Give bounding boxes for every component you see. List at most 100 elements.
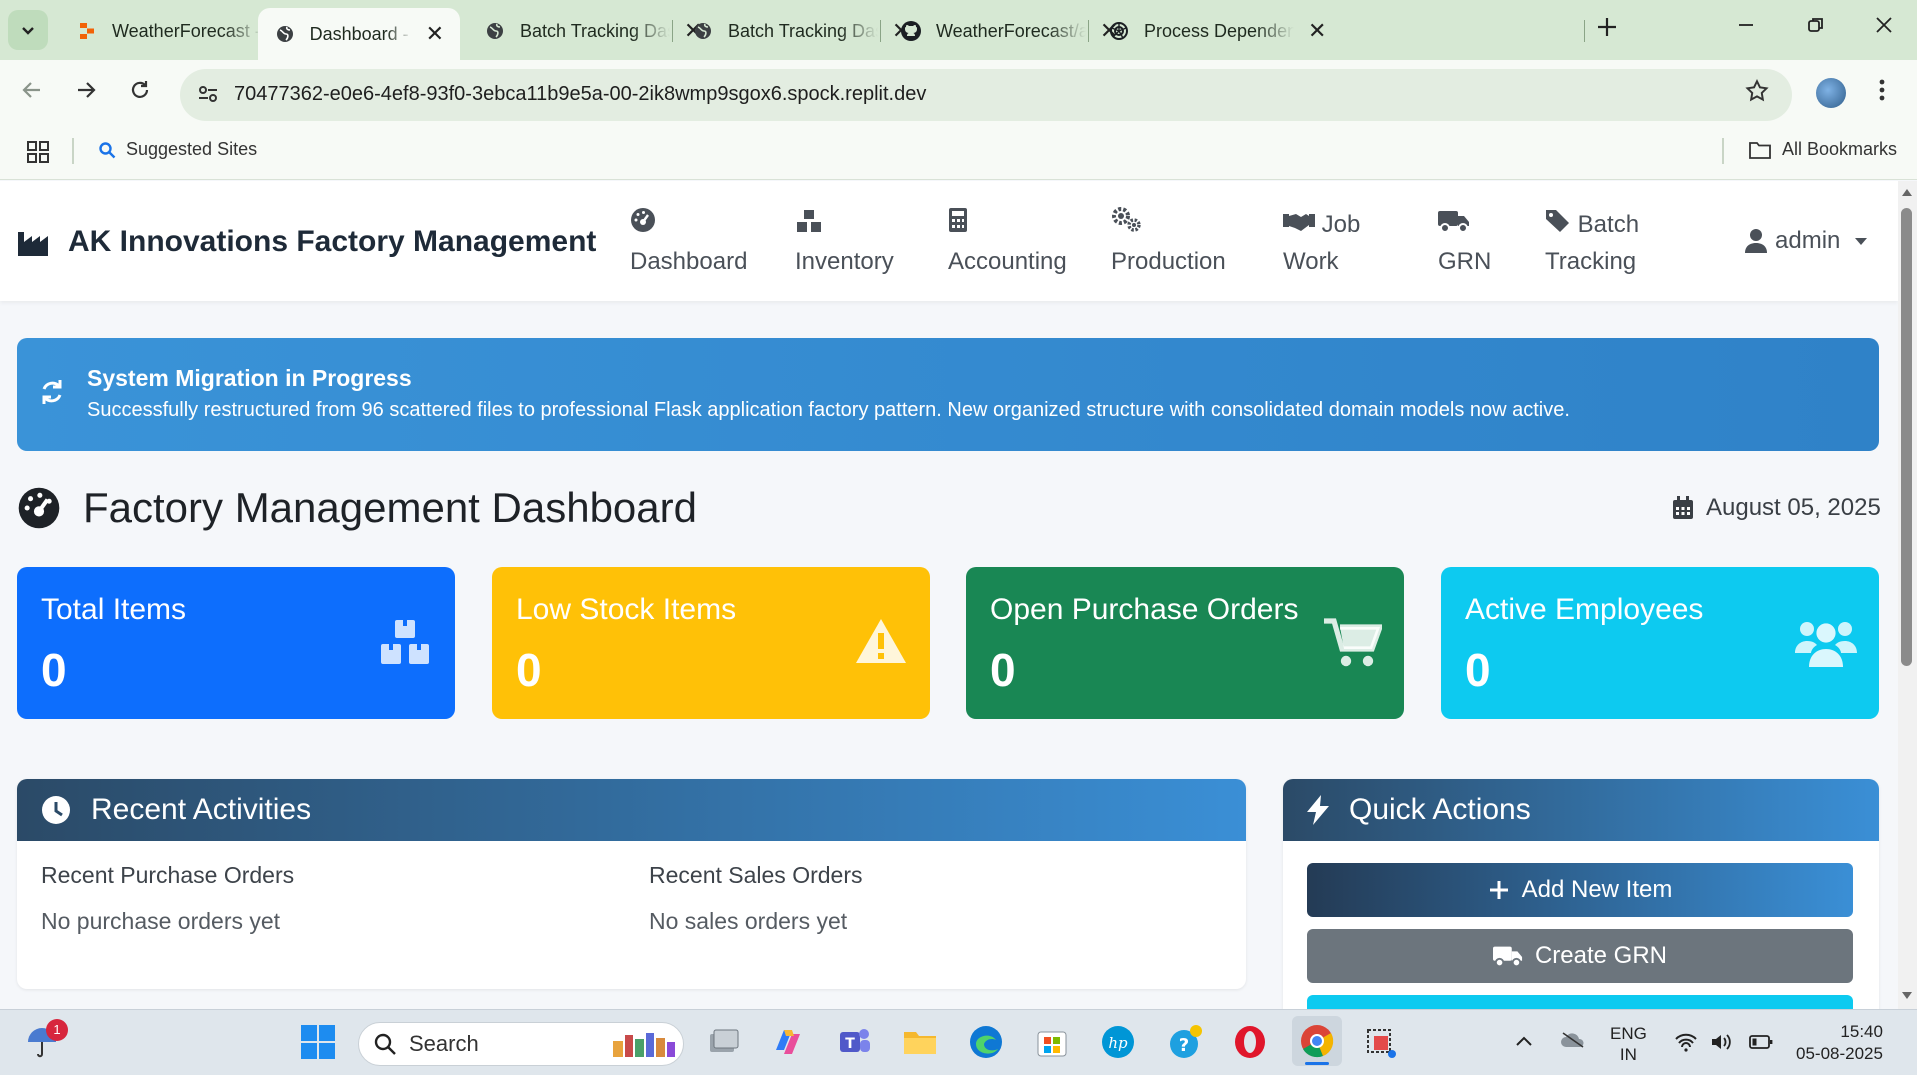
nav-dashboard[interactable]: Dashboard	[630, 207, 747, 280]
caret-down-icon	[1855, 238, 1868, 245]
tab-separator	[880, 20, 881, 42]
stat-value: 0	[990, 644, 1016, 696]
url-text[interactable]: 70477362-e0e6-4ef8-93f0-3ebca11b9e5a-00-…	[234, 83, 926, 106]
sales-orders-heading: Recent Sales Orders	[649, 862, 863, 888]
bookmarks-bar	[0, 130, 1917, 180]
system-clock[interactable]: 15:40 05-08-2025	[1796, 1021, 1883, 1065]
stat-card-open-purchase-orders[interactable]: Open Purchase Orders 0	[966, 567, 1404, 719]
teams-icon[interactable]: T	[836, 1024, 872, 1060]
card-title: Quick Actions	[1349, 793, 1531, 826]
nav-production[interactable]: Production	[1111, 207, 1226, 280]
wifi-icon[interactable]	[1674, 1032, 1698, 1057]
apps-grid-icon[interactable]	[26, 140, 50, 169]
scrollbar-thumb[interactable]	[1901, 208, 1912, 666]
bolt-icon	[1307, 795, 1329, 825]
close-icon[interactable]: ✕	[426, 21, 444, 47]
nav-accounting[interactable]: Accounting	[948, 207, 1067, 280]
truck-icon	[1492, 946, 1523, 968]
tab-label: WeatherForecast/a	[936, 20, 1086, 41]
nav-label: Dashboard	[630, 248, 748, 276]
chrome-icon[interactable]	[1292, 1016, 1342, 1066]
tab-label: Process Dependen	[1144, 20, 1294, 41]
recent-activities-card: Recent Activities Recent Purchase Orders…	[17, 779, 1246, 989]
globe-icon	[484, 20, 506, 42]
folder-icon	[1749, 141, 1771, 159]
plus-icon	[1598, 18, 1616, 36]
battery-icon[interactable]	[1748, 1032, 1774, 1057]
tab-label: Dashboard - Facto	[309, 23, 412, 44]
tachometer-icon	[18, 487, 60, 529]
brand-link[interactable]: AK Innovations Factory Management	[18, 225, 596, 259]
task-view-icon[interactable]	[706, 1024, 742, 1060]
onedrive-icon[interactable]	[1560, 1030, 1586, 1055]
bookmark-suggested-sites[interactable]: Suggested Sites	[98, 139, 257, 160]
close-icon[interactable]: ✕	[1308, 18, 1326, 44]
svg-text:T: T	[845, 1036, 855, 1052]
add-new-item-button[interactable]: Add New Item	[1307, 863, 1853, 917]
back-button[interactable]	[20, 78, 44, 109]
nav-batch-tracking[interactable]: Batch Tracking	[1545, 207, 1639, 280]
nav-inventory[interactable]: Inventory	[795, 207, 894, 280]
calendar-icon	[1673, 496, 1693, 519]
quick-actions-card: Quick Actions Add New Item Create GRN	[1283, 779, 1879, 1009]
windows-start-icon[interactable]	[300, 1024, 336, 1060]
page-title-text: Factory Management Dashboard	[83, 484, 697, 531]
create-grn-button[interactable]: Create GRN	[1307, 929, 1853, 983]
show-hidden-icons-chevron-up-icon[interactable]	[1514, 1032, 1534, 1053]
tab-dashboard[interactable]: Dashboard - Facto ✕	[258, 8, 460, 60]
stat-label: Low Stock Items	[516, 593, 737, 626]
nav-job-work[interactable]: Job Work	[1283, 207, 1360, 280]
taskbar-search-box[interactable]: Search	[358, 1022, 684, 1066]
microsoft-store-icon[interactable]	[1034, 1024, 1070, 1060]
restore-button[interactable]	[1806, 14, 1826, 42]
close-window-button[interactable]	[1874, 14, 1894, 42]
tab-separator	[1088, 20, 1089, 42]
language-indicator[interactable]: ENG IN	[1610, 1023, 1647, 1065]
alert-text: Successfully restructured from 96 scatte…	[87, 399, 1570, 421]
bookmark-star-icon[interactable]	[1744, 78, 1770, 111]
stat-card-total-items[interactable]: Total Items 0	[17, 567, 455, 719]
github-icon	[900, 20, 922, 42]
search-icon	[374, 1033, 396, 1055]
globe-icon	[692, 20, 714, 42]
stat-label: Open Purchase Orders	[990, 593, 1299, 626]
nav-grn[interactable]: GRN	[1438, 207, 1491, 280]
handshake-icon	[1283, 208, 1315, 244]
tab-label: WeatherForecast -	[112, 20, 261, 41]
cart-icon	[1324, 617, 1384, 674]
scroll-down-arrow-icon[interactable]	[1901, 990, 1913, 1004]
opera-icon[interactable]	[1232, 1024, 1268, 1060]
tab-label: Batch Tracking Das	[728, 20, 878, 41]
stat-card-low-stock[interactable]: Low Stock Items 0	[492, 567, 930, 719]
new-tab-button[interactable]	[1596, 12, 1618, 46]
web-page: AK Innovations Factory Management Dashbo…	[0, 181, 1898, 1009]
forward-button[interactable]	[74, 78, 98, 109]
copilot-icon[interactable]	[770, 1024, 806, 1060]
books-illustration-icon	[613, 1033, 675, 1057]
site-info-icon[interactable]	[196, 82, 220, 111]
tab-search-button[interactable]	[8, 10, 48, 50]
volume-icon[interactable]	[1710, 1032, 1734, 1057]
minimize-button[interactable]	[1736, 14, 1756, 42]
next-quick-action-button[interactable]	[1307, 995, 1853, 1009]
snipping-tool-icon[interactable]	[1362, 1024, 1398, 1060]
arrow-left-icon	[22, 82, 40, 98]
button-label: Add New Item	[1521, 876, 1673, 903]
scroll-up-arrow-icon[interactable]	[1901, 186, 1913, 200]
replit-icon	[76, 20, 98, 42]
reload-button[interactable]	[128, 78, 152, 109]
tab-process-dependency[interactable]: Process Dependen ✕	[1092, 10, 1342, 52]
all-bookmarks-button[interactable]: All Bookmarks	[1748, 139, 1897, 160]
file-explorer-icon[interactable]	[902, 1024, 938, 1060]
browser-menu-button[interactable]	[1878, 78, 1886, 109]
url-bar[interactable]: 70477362-e0e6-4ef8-93f0-3ebca11b9e5a-00-…	[180, 69, 1792, 121]
hp-icon[interactable]: hp	[1100, 1024, 1136, 1060]
stat-value: 0	[516, 644, 542, 696]
profile-avatar[interactable]	[1816, 78, 1846, 108]
stat-card-active-employees[interactable]: Active Employees 0	[1441, 567, 1879, 719]
nav-label: Production	[1111, 248, 1226, 276]
edge-icon[interactable]	[968, 1024, 1004, 1060]
tab-label: Batch Tracking Das	[520, 20, 670, 41]
user-menu-dropdown[interactable]: admin	[1745, 227, 1868, 255]
help-icon[interactable]: ?	[1166, 1024, 1202, 1060]
